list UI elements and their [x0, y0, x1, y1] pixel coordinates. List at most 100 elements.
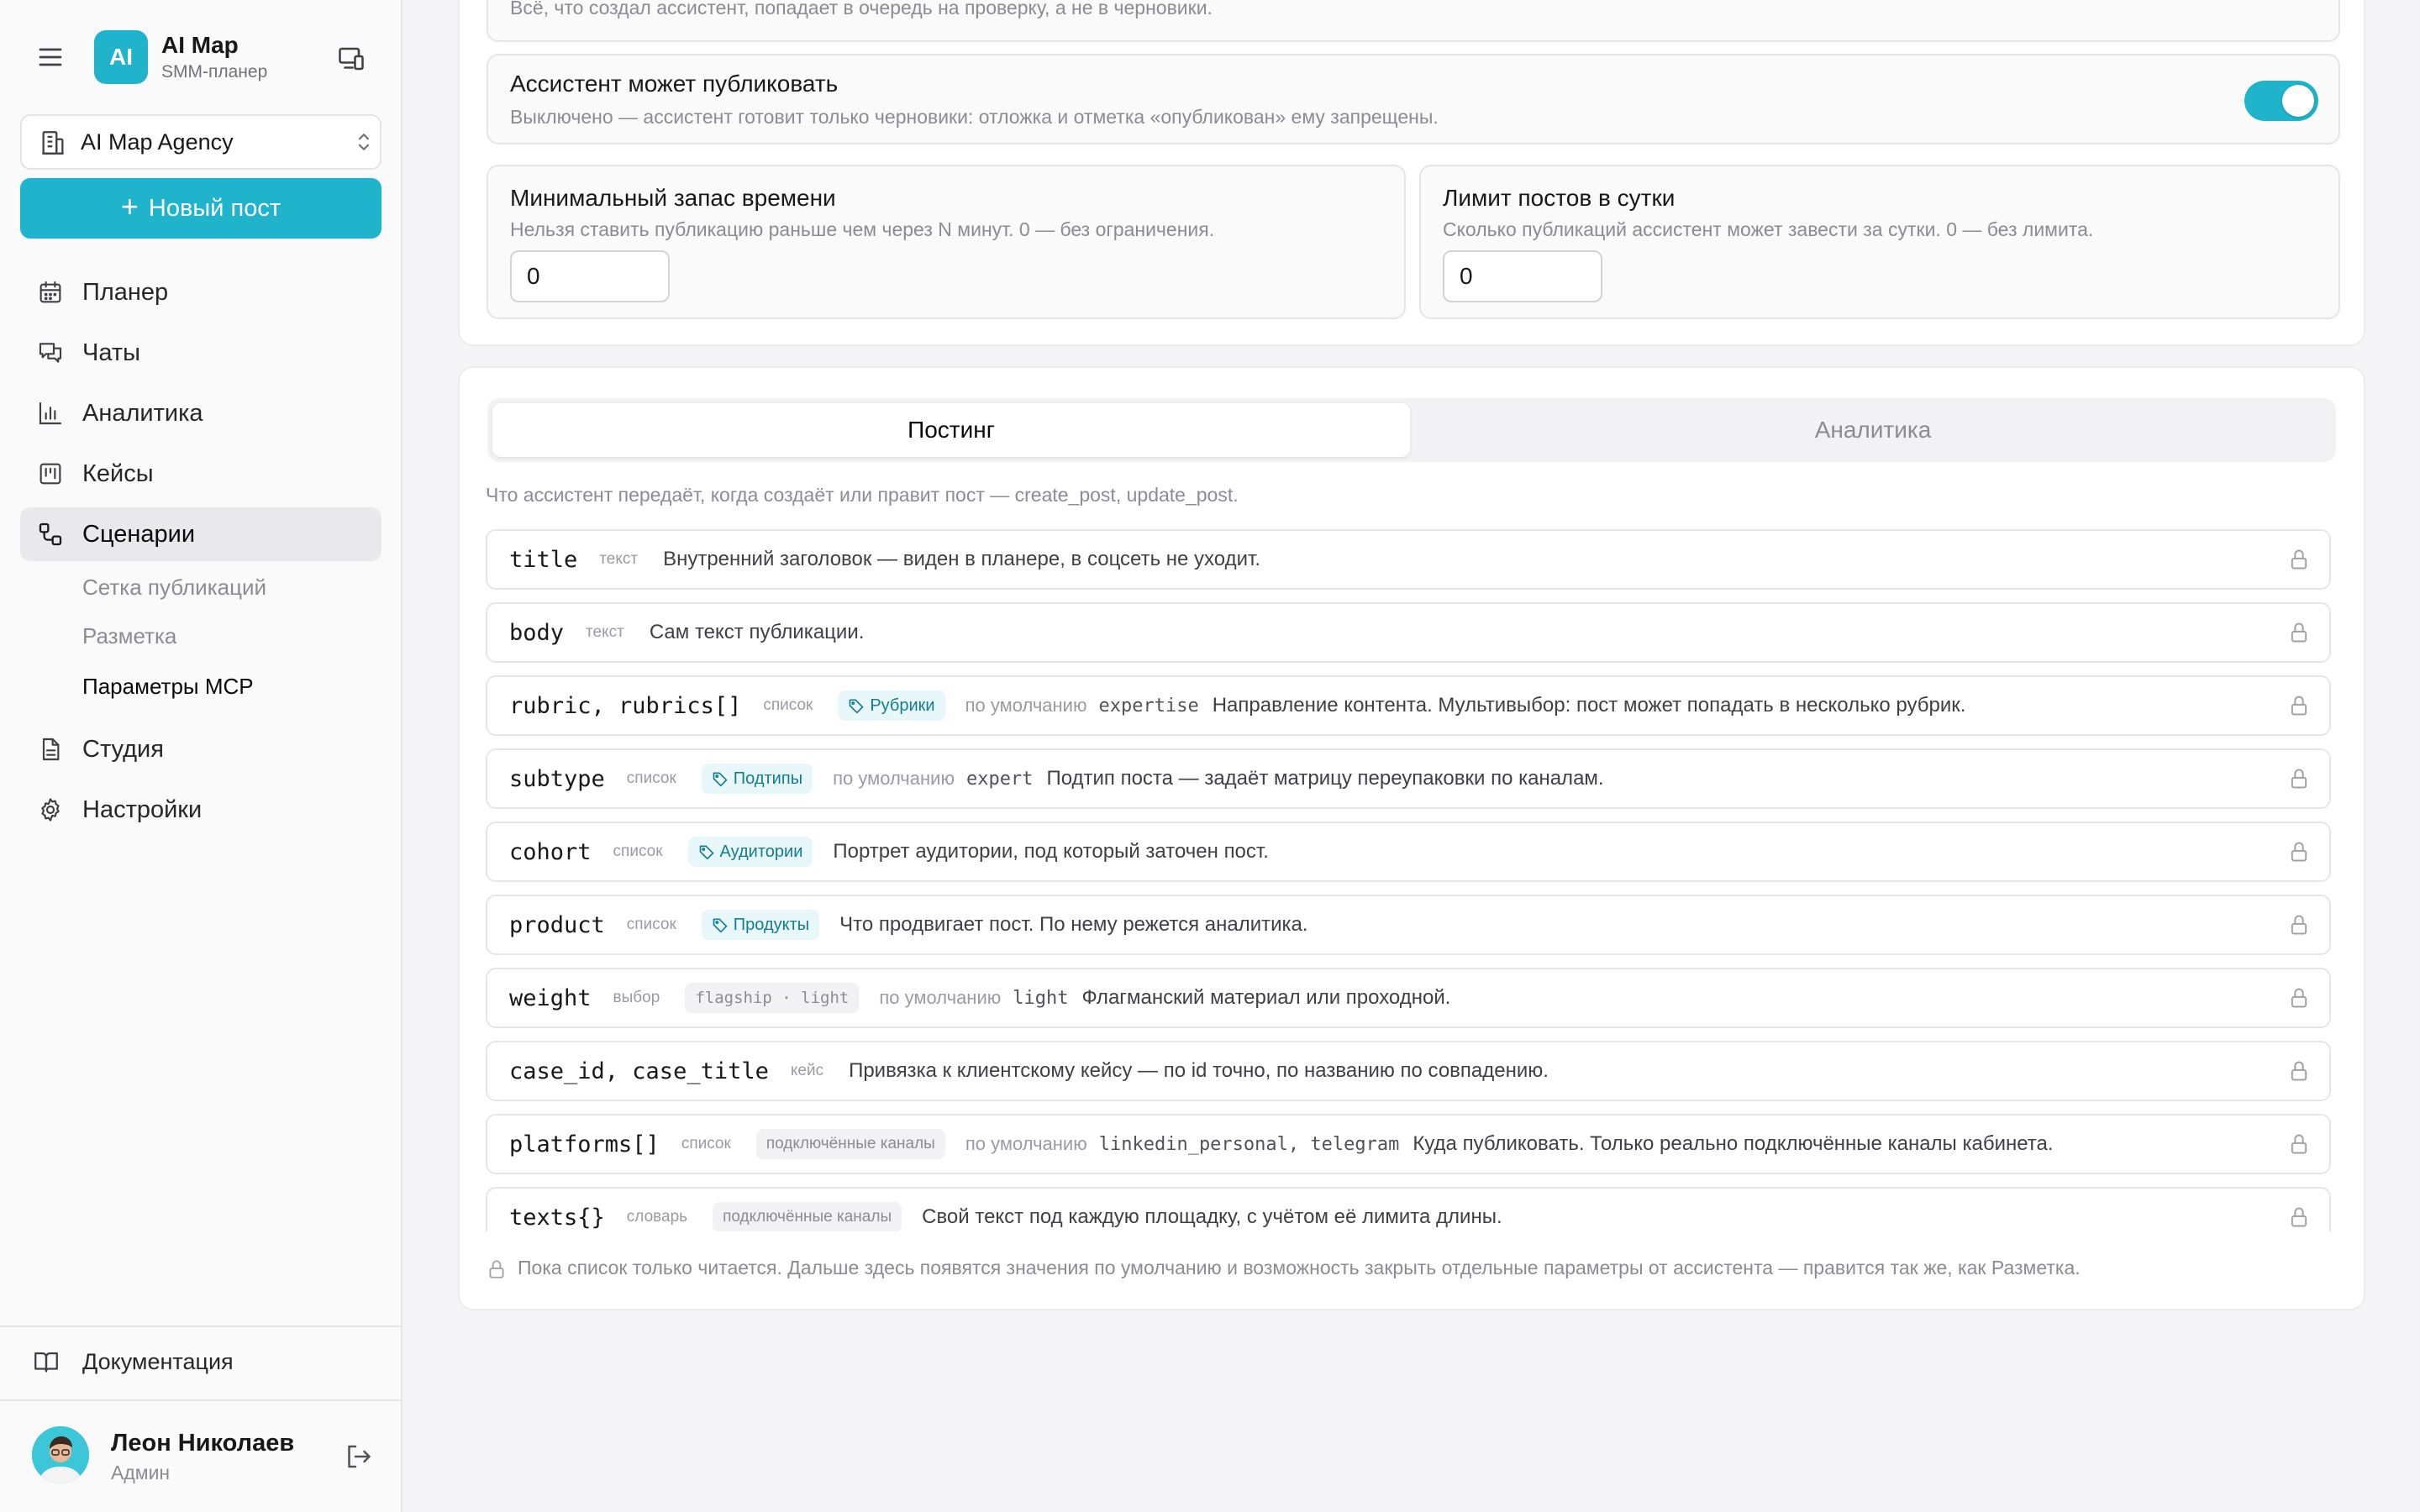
param-row-texts: texts{} словарь подключённые каналы Свой… — [486, 1187, 2331, 1231]
setting-can-publish-title: Ассистент может публиковать — [510, 71, 839, 97]
assistant-settings-card: Всё, что создал ассистент, попадает в оч… — [458, 0, 2365, 346]
lock-icon — [2291, 1061, 2307, 1081]
param-type: список — [681, 1135, 731, 1152]
lock-icon — [489, 1260, 504, 1278]
dictionary-chip[interactable]: Аудитории — [687, 837, 813, 867]
setting-daily-limit-desc: Сколько публикаций ассистент может завес… — [1443, 218, 2094, 240]
param-name: rubric, rubrics[] — [509, 692, 742, 719]
param-type: список — [763, 696, 813, 714]
param-name: body — [509, 619, 565, 646]
tab-analytics[interactable]: Аналитика — [1415, 403, 2331, 457]
param-name: texts{} — [509, 1204, 605, 1231]
lock-icon — [2291, 915, 2307, 935]
nav-item-cases[interactable]: Кейсы — [20, 447, 381, 501]
app-subtitle: SMM-планер — [161, 62, 268, 81]
tag-icon — [713, 918, 728, 933]
calendar-icon — [39, 281, 61, 303]
devices-icon[interactable] — [336, 44, 366, 74]
nav-item-settings[interactable]: Настройки — [20, 783, 381, 837]
options-chip: flagship · light — [685, 983, 860, 1013]
param-name: weight — [509, 984, 592, 1011]
lock-icon — [2291, 549, 2307, 570]
param-desc: Портрет аудитории, под который заточен п… — [833, 840, 1269, 863]
param-desc: Куда публиковать. Только реально подключ… — [1413, 1132, 2054, 1155]
nav-item-studio[interactable]: Студия — [20, 722, 381, 776]
user-name: Леон Николаев — [111, 1430, 295, 1457]
workflow-icon — [39, 522, 62, 546]
daily-limit-input[interactable] — [1443, 250, 1602, 302]
param-name: subtype — [509, 765, 605, 792]
brand-header: AI AI Map SMM-планер — [0, 0, 402, 118]
min-time-input[interactable] — [510, 250, 670, 302]
nav-item-scenarios[interactable]: Сценарии — [20, 507, 381, 561]
nav-item-chats[interactable]: Чаты — [20, 326, 381, 380]
chevron-up-down-icon — [358, 134, 370, 150]
nav-item-planner[interactable]: Планер — [20, 265, 381, 319]
param-type: текст — [586, 623, 624, 641]
book-icon — [34, 1352, 58, 1373]
posting-hint: Что ассистент передаёт, когда создаёт ил… — [486, 484, 1239, 506]
dictionary-chip[interactable]: Продукты — [701, 910, 820, 940]
param-type: список — [626, 769, 676, 787]
source-chip: подключённые каналы — [755, 1129, 945, 1159]
menu-icon[interactable] — [35, 42, 66, 72]
param-row-product: product список Продукты Что продвигает п… — [486, 895, 2331, 955]
param-desc: Флагманский материал или проходной. — [1081, 986, 1451, 1009]
chip-label: Рубрики — [870, 696, 935, 715]
param-desc: Привязка к клиентскому кейсу — по id точ… — [849, 1059, 1549, 1082]
building-icon — [42, 131, 64, 155]
setting-review-desc: Всё, что создал ассистент, попадает в оч… — [510, 0, 1213, 18]
new-post-button[interactable]: + Новый пост — [20, 178, 381, 239]
param-name: product — [509, 911, 605, 938]
tab-posting[interactable]: Постинг — [492, 403, 1410, 457]
param-row-weight: weight выбор flagship · light по умолчан… — [486, 968, 2331, 1028]
nav-label-cases: Кейсы — [82, 460, 154, 487]
divider — [0, 1326, 402, 1327]
param-row-cohort: cohort список Аудитории Портрет аудитори… — [486, 822, 2331, 882]
subnav-markup[interactable]: Разметка — [82, 623, 176, 649]
tag-icon — [713, 772, 728, 787]
dictionary-chip[interactable]: Рубрики — [838, 690, 945, 721]
logout-icon[interactable] — [343, 1441, 373, 1472]
nav-item-analytics[interactable]: Аналитика — [20, 386, 381, 440]
param-list[interactable]: title текст Внутренний заголовок — виден… — [486, 529, 2331, 1231]
nav-label-chats: Чаты — [82, 339, 140, 366]
nav-label-studio: Студия — [82, 736, 164, 763]
subnav-mcp-params[interactable]: Параметры MCP — [82, 674, 254, 700]
param-type: словарь — [626, 1208, 688, 1226]
bar-chart-icon — [39, 402, 62, 425]
default-value: expertise — [1098, 695, 1199, 717]
param-name: cohort — [509, 838, 592, 865]
sidebar: AI AI Map SMM-планер AI Map Agency + Нов… — [0, 0, 402, 1512]
setting-min-time-title: Минимальный запас времени — [510, 185, 836, 211]
param-desc: Направление контента. Мультивыбор: пост … — [1212, 694, 1966, 717]
lock-icon — [2291, 696, 2307, 716]
setting-review-queue: Всё, что создал ассистент, попадает в оч… — [487, 0, 2340, 42]
param-type: выбор — [613, 989, 660, 1006]
dictionary-chip[interactable]: Подтипы — [701, 764, 813, 794]
param-type: список — [626, 916, 676, 933]
param-name: case_id, case_title — [509, 1058, 769, 1084]
app-title: AI Map — [161, 32, 239, 58]
setting-daily-limit-title: Лимит постов в сутки — [1443, 185, 1676, 211]
subnav-publication-grid[interactable]: Сетка публикаций — [82, 575, 266, 601]
workspace-name: AI Map Agency — [81, 129, 234, 155]
param-name: platforms[] — [509, 1131, 660, 1158]
setting-daily-limit: Лимит постов в сутки Сколько публикаций … — [1419, 165, 2340, 319]
tag-icon — [699, 845, 713, 860]
lock-icon — [2291, 1207, 2307, 1227]
setting-can-publish-desc: Выключено — ассистент готовит только чер… — [510, 106, 1439, 128]
param-type: текст — [599, 550, 639, 568]
user-avatar-icon — [32, 1426, 89, 1483]
avatar[interactable] — [32, 1426, 89, 1483]
param-row-title: title текст Внутренний заголовок — виден… — [486, 529, 2331, 590]
app-logo: AI — [94, 30, 148, 84]
lock-icon — [2291, 842, 2307, 862]
setting-min-time: Минимальный запас времени Нельзя ставить… — [487, 165, 1406, 319]
param-row-rubric: rubric, rubrics[] список Рубрики по умол… — [486, 675, 2331, 736]
setting-min-time-desc: Нельзя ставить публикацию раньше чем чер… — [510, 218, 1215, 240]
param-desc: Что продвигает пост. По нему режется ана… — [839, 913, 1308, 936]
can-publish-toggle[interactable] — [2244, 81, 2318, 121]
setting-can-publish: Ассистент может публиковать Выключено — … — [487, 54, 2340, 144]
workspace-select[interactable]: AI Map Agency — [20, 114, 381, 170]
